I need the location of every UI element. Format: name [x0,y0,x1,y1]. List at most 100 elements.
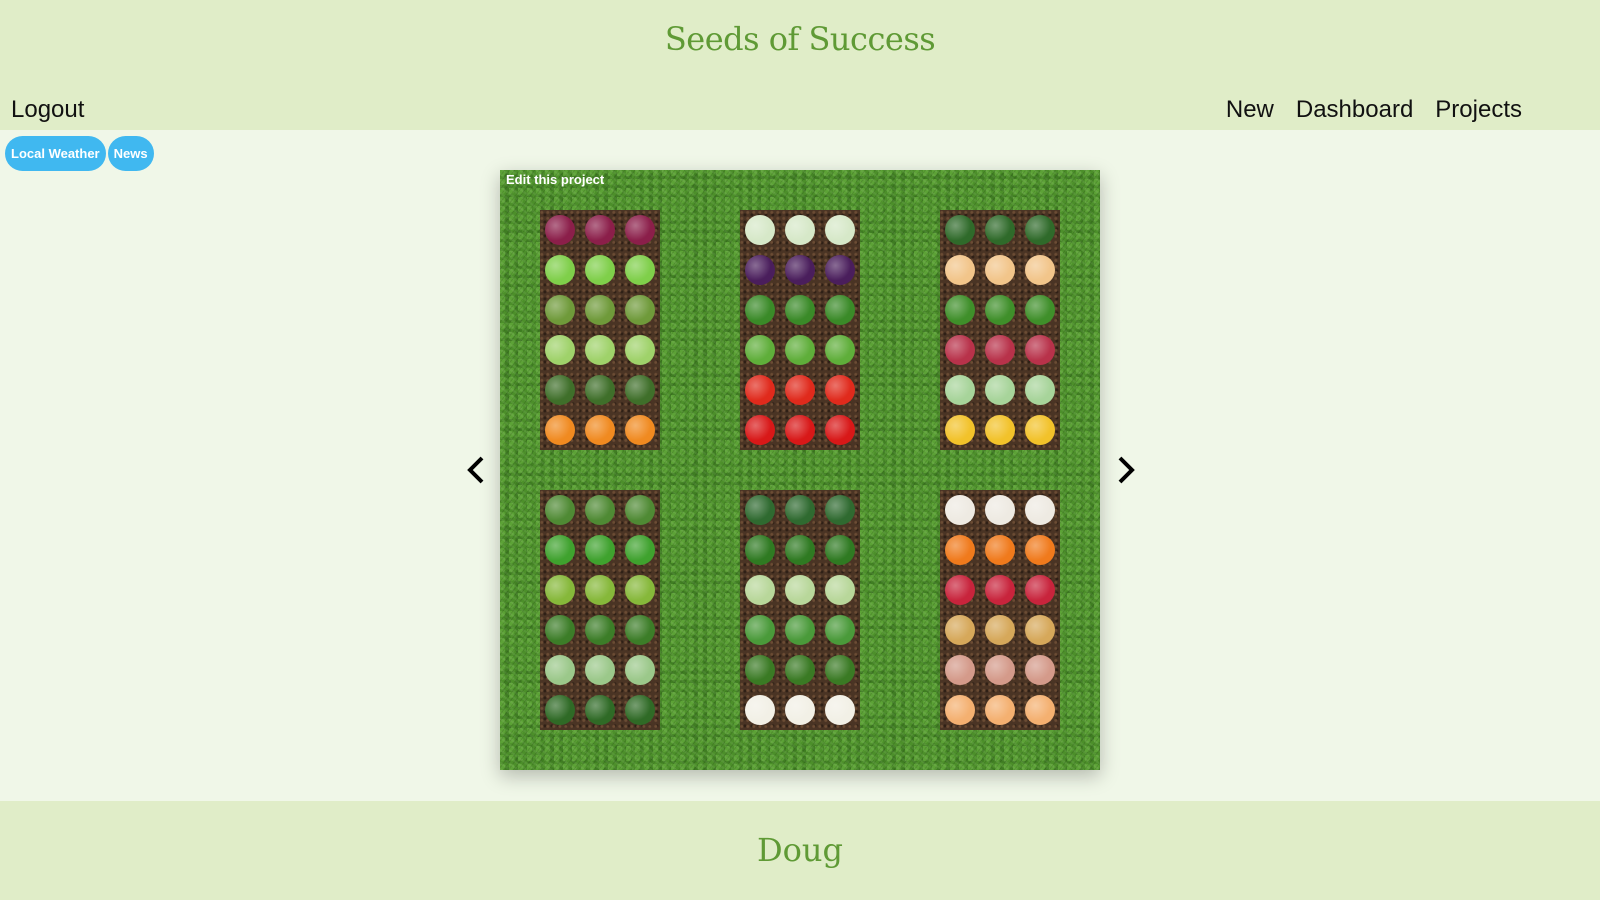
spinach-icon [780,490,820,530]
edit-project-link[interactable]: Edit this project [506,172,604,187]
spinach-icon [820,490,860,530]
broccoli-icon [740,650,780,690]
site-footer: Doug [0,801,1600,900]
cauliflower-icon [740,690,780,730]
beet-icon [620,210,660,250]
tomato-icon [740,370,780,410]
pea-pod-icon [820,290,860,330]
kale-icon [740,610,780,650]
main-nav: New Dashboard Projects [1226,96,1522,124]
cabbage-icon [620,330,660,370]
green-bean-icon [740,330,780,370]
sweet-potato-icon [980,650,1020,690]
asparagus-icon [540,290,580,330]
chard-icon [1020,370,1060,410]
zucchini-icon [580,370,620,410]
potato-icon [980,610,1020,650]
rhubarb-icon [940,330,980,370]
kale-icon [780,610,820,650]
savoy-cabbage-icon [780,570,820,610]
lettuce-icon [980,290,1020,330]
green-bean-icon [780,330,820,370]
garden-bed[interactable] [740,490,860,730]
nav-projects[interactable]: Projects [1435,96,1522,124]
onion-icon [980,690,1020,730]
parsley-icon [620,610,660,650]
nav-dashboard[interactable]: Dashboard [1296,96,1413,124]
carrot-icon [940,530,980,570]
corn-icon [980,410,1020,450]
cabbage-icon [580,330,620,370]
user-name: Doug [756,831,843,869]
basil-icon [620,530,660,570]
herb-icon [540,490,580,530]
leek-icon [820,210,860,250]
potato-icon [940,610,980,650]
cucumber-icon [820,530,860,570]
sweet-potato-icon [1020,650,1060,690]
leaf-lettuce-icon [540,570,580,610]
garlic-icon [1020,490,1060,530]
chard-icon [980,370,1020,410]
green-bean-icon [820,330,860,370]
spinach-icon [740,490,780,530]
nav-new[interactable]: New [1226,96,1274,124]
news-button[interactable]: News [107,136,154,171]
beet-icon [580,210,620,250]
red-pepper-icon [820,410,860,450]
logout-link[interactable]: Logout [11,96,84,124]
garden-bed[interactable] [540,490,660,730]
basil-icon [540,530,580,570]
garlic-icon [940,490,980,530]
rosemary-icon [580,690,620,730]
leek-icon [780,210,820,250]
cauliflower-icon [780,690,820,730]
cabbage-icon [540,330,580,370]
broccoli-icon [820,650,860,690]
local-weather-button[interactable]: Local Weather [5,136,106,171]
savoy-cabbage-icon [740,570,780,610]
rosemary-icon [620,690,660,730]
watermelon-icon [940,210,980,250]
zucchini-icon [620,370,660,410]
watermelon-icon [1020,210,1060,250]
garden-bed[interactable] [940,490,1060,730]
tomato-icon [780,370,820,410]
garden-bed[interactable] [940,210,1060,450]
herb-icon [620,490,660,530]
kale-icon [820,610,860,650]
tomato-icon [820,370,860,410]
next-arrow-icon[interactable] [1112,450,1140,490]
watermelon-icon [980,210,1020,250]
site-title: Seeds of Success [664,20,936,58]
cantaloupe-icon [980,250,1020,290]
red-pepper-icon [780,410,820,450]
potato-icon [1020,610,1060,650]
herb-icon [580,490,620,530]
garden-layout: Edit this project [500,170,1100,770]
red-pepper-icon [740,410,780,450]
pumpkin-icon [580,410,620,450]
previous-arrow-icon[interactable] [462,450,490,490]
lettuce-icon [1020,290,1060,330]
garden-bed[interactable] [740,210,860,450]
dill-icon [620,650,660,690]
cantaloupe-icon [1020,250,1060,290]
leek-icon [740,210,780,250]
eggplant-icon [820,250,860,290]
dill-icon [580,650,620,690]
zucchini-icon [540,370,580,410]
pea-pod-icon [740,290,780,330]
asparagus-icon [580,290,620,330]
cauliflower-icon [820,690,860,730]
corn-icon [940,410,980,450]
garlic-icon [980,490,1020,530]
rhubarb-icon [1020,330,1060,370]
garden-bed[interactable] [540,210,660,450]
cucumber-icon [780,530,820,570]
sweet-potato-icon [940,650,980,690]
rosemary-icon [540,690,580,730]
pumpkin-icon [540,410,580,450]
broccoli-icon [780,650,820,690]
corn-icon [1020,410,1060,450]
